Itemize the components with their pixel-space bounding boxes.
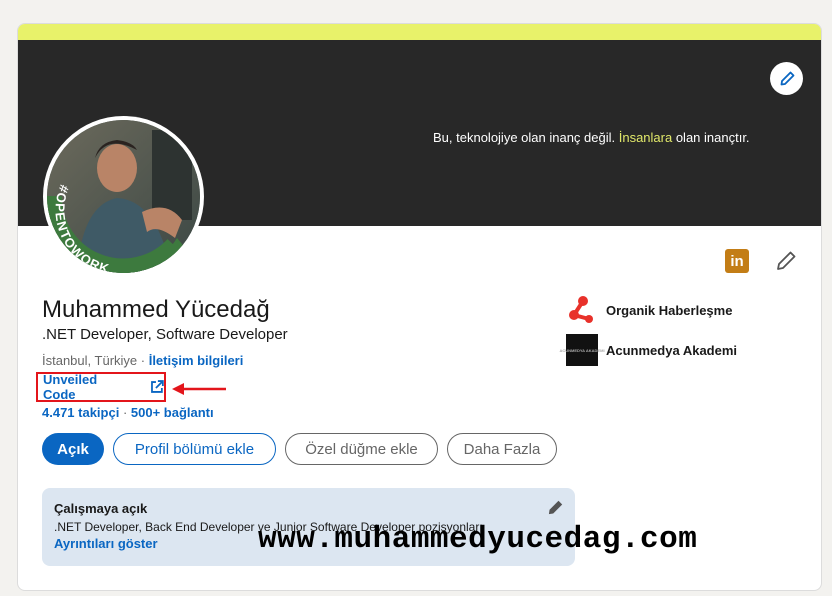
- tagline-prefix: Bu, teknolojiye olan inanç değil.: [433, 130, 619, 145]
- banner-tagline: Bu, teknolojiye olan inanç değil. İnsanl…: [433, 130, 750, 145]
- profile-card: Bu, teknolojiye olan inanç değil. İnsanl…: [17, 23, 822, 591]
- location-row: İstanbul, Türkiye · İletişim bilgileri: [42, 353, 243, 368]
- website-link[interactable]: Unveiled Code: [36, 372, 166, 402]
- acunmedya-logo-icon: ACUNMEDYA AKADEMI: [559, 334, 605, 366]
- linkedin-badge-icon[interactable]: in: [725, 249, 749, 273]
- avatar-photo: #OPENTOWORK: [47, 120, 200, 273]
- contact-info-link[interactable]: İletişim bilgileri: [149, 353, 244, 368]
- edit-intro-button[interactable]: [773, 248, 799, 274]
- add-profile-section-button[interactable]: Profil bölümü ekle: [113, 433, 276, 465]
- tagline-suffix: olan inançtır.: [672, 130, 750, 145]
- watermark-text: www.muhammedyucedag.com: [258, 522, 698, 557]
- edit-open-to-work-button[interactable]: [547, 500, 563, 521]
- acunmedya-logo-text: ACUNMEDYA AKADEMI: [559, 347, 605, 353]
- organization-name: Organik Haberleşme: [606, 302, 733, 318]
- more-button[interactable]: Daha Fazla: [447, 433, 557, 465]
- separator-dot: ·: [137, 353, 149, 368]
- opentowork-frame: #OPENTOWORK: [47, 183, 187, 273]
- website-label: Unveiled Code: [43, 372, 98, 402]
- organik-logo-icon: [566, 294, 598, 326]
- organization-name: Acunmedya Akademi: [606, 342, 738, 358]
- profile-name: Muhammed Yücedağ: [42, 296, 270, 323]
- pencil-icon: [548, 500, 563, 515]
- external-link-icon: [151, 380, 164, 393]
- separator-dot: ·: [119, 405, 131, 420]
- network-stats: 4.471 takipçi · 500+ bağlantı: [42, 405, 214, 420]
- annotation-arrow-icon: [172, 383, 226, 395]
- profile-headline: .NET Developer, Software Developer: [42, 326, 288, 343]
- open-to-work-title: Çalışmaya açık: [54, 501, 148, 516]
- profile-avatar[interactable]: #OPENTOWORK: [43, 116, 204, 277]
- location-text: İstanbul, Türkiye: [42, 353, 138, 368]
- edit-banner-button[interactable]: [770, 62, 803, 95]
- organization-organik[interactable]: Organik Haberleşme: [566, 294, 732, 326]
- followers-link[interactable]: 4.471 takipçi: [42, 405, 119, 420]
- accent-strip: [18, 24, 821, 40]
- pencil-icon: [780, 71, 794, 85]
- add-custom-button[interactable]: Özel düğme ekle: [285, 433, 438, 465]
- connections-link[interactable]: 500+ bağlantı: [131, 405, 214, 420]
- tagline-highlight: İnsanlara: [618, 130, 673, 145]
- pencil-icon: [777, 251, 796, 270]
- open-to-button[interactable]: Açık: [42, 433, 104, 465]
- organization-acunmedya[interactable]: ACUNMEDYA AKADEMI Acunmedya Akademi: [559, 334, 738, 366]
